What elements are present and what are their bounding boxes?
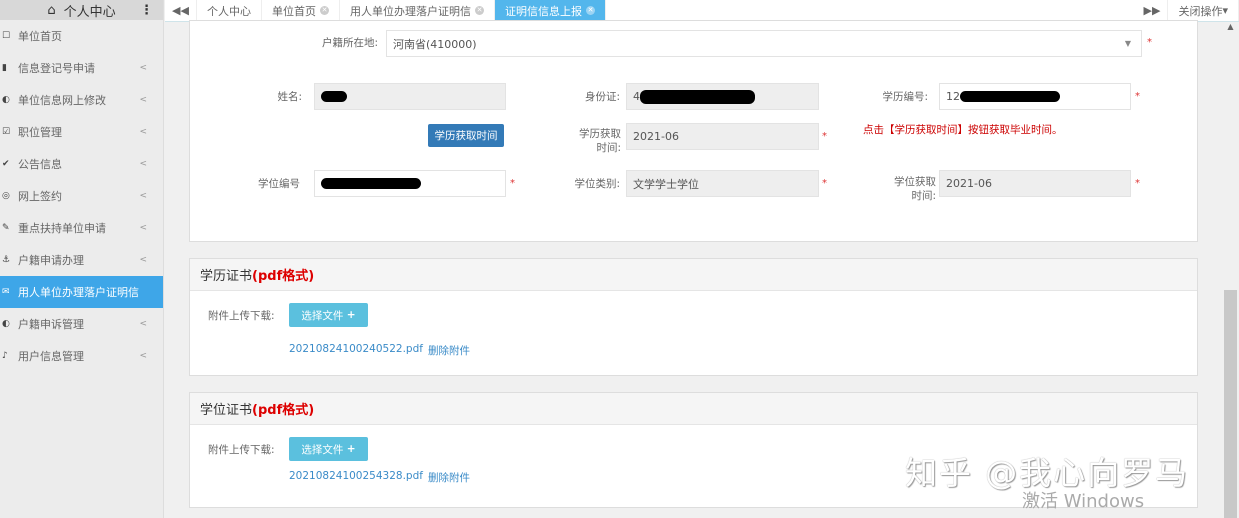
main-content: 户籍所在地: 河南省(410000) ▼ * 姓名: 身份证: 4 学历编号: 1… <box>165 20 1222 518</box>
anchor-icon: ⚓ <box>2 255 11 265</box>
file-link[interactable]: 20210824100254328.pdf <box>289 470 423 482</box>
tab-settlement-letter[interactable]: 用人单位办理落户证明信 ✕ <box>340 0 495 21</box>
sidebar-item[interactable]: ✔ 公告信息 < <box>0 148 163 180</box>
close-icon[interactable]: ✕ <box>320 6 329 15</box>
degree-number-field[interactable] <box>314 170 506 197</box>
scroll-right-icon[interactable]: ▶▶ <box>1136 0 1169 21</box>
sidebar-item[interactable]: ✉ 用人单位办理落户证明信 <box>0 276 163 308</box>
delete-attachment-link[interactable]: 删除附件 <box>428 470 470 485</box>
edu-number-field[interactable]: 12 <box>939 83 1131 110</box>
copy-icon: ▮ <box>2 63 7 73</box>
chevron-left-icon: < <box>139 223 147 233</box>
close-icon[interactable]: ✕ <box>586 6 595 15</box>
tab-bar: ◀◀ 个人中心 单位首页 ✕ 用人单位办理落户证明信 ✕ 证明信信息上报 ✕ ▶▶ 关… <box>165 0 1239 22</box>
adjust-icon: ◐ <box>2 95 10 105</box>
sidebar-item[interactable]: ✎ 重点扶持单位申请 < <box>0 212 163 244</box>
check-square-icon: ☑ <box>2 127 11 137</box>
close-icon[interactable]: ✕ <box>475 6 484 15</box>
chevron-left-icon: < <box>139 159 147 169</box>
degree-time-field[interactable]: 2021-06 <box>939 170 1131 197</box>
bell-icon: ♪ <box>2 351 8 361</box>
scrollbar-thumb[interactable] <box>1224 290 1237 518</box>
hint-text: 点击【学历获取时间】按钮获取毕业时间。 <box>863 124 1063 136</box>
name-field[interactable] <box>314 83 506 110</box>
chevron-left-icon: < <box>139 127 147 137</box>
check-icon: ✔ <box>2 159 10 169</box>
chevron-left-icon: < <box>139 255 147 265</box>
id-field[interactable]: 4 <box>626 83 819 110</box>
hukou-select[interactable]: 河南省(410000) ▼ <box>386 30 1142 57</box>
file-link[interactable]: 20210824100240522.pdf <box>289 343 423 355</box>
chevron-left-icon: < <box>139 319 147 329</box>
edu-cert-panel: 学历证书 (pdf格式) 附件上传下载: 选择文件 + 2021082410024… <box>189 258 1198 376</box>
more-icon[interactable]: ⋮ <box>140 3 153 18</box>
square-icon: ☐ <box>2 31 11 41</box>
get-edu-time-button[interactable]: 学历获取时间 <box>428 124 504 147</box>
edu-time-field[interactable]: 2021-06 <box>626 123 819 150</box>
sidebar-item[interactable]: ▮ 信息登记号申请 < <box>0 52 163 84</box>
scrollbar[interactable]: ▲ <box>1222 22 1239 518</box>
sidebar-item[interactable]: ◎ 网上签约 < <box>0 180 163 212</box>
chevron-left-icon: < <box>139 95 147 105</box>
choose-file-button[interactable]: 选择文件 + <box>289 437 368 461</box>
sidebar-item[interactable]: ⚓ 户籍申请办理 < <box>0 244 163 276</box>
choose-file-button[interactable]: 选择文件 + <box>289 303 368 327</box>
form-panel: 户籍所在地: 河南省(410000) ▼ * 姓名: 身份证: 4 学历编号: 1… <box>189 20 1198 242</box>
sidebar-item[interactable]: ♪ 用户信息管理 < <box>0 340 163 372</box>
activate-windows-text: 激活 Windows <box>1022 491 1145 512</box>
tab-letter-upload[interactable]: 证明信信息上报 ✕ <box>495 0 606 21</box>
chevron-left-icon: < <box>139 63 147 73</box>
degree-type-field[interactable]: 文学学士学位 <box>626 170 819 197</box>
adjust-icon: ◐ <box>2 319 10 329</box>
sidebar-item[interactable]: ☑ 职位管理 < <box>0 116 163 148</box>
sidebar-item[interactable]: ◐ 单位信息网上修改 < <box>0 84 163 116</box>
pencil-icon: ✎ <box>2 223 10 233</box>
tab-unit-home[interactable]: 单位首页 ✕ <box>262 0 340 21</box>
tab-personal-center[interactable]: 个人中心 <box>197 0 262 21</box>
scroll-left-icon[interactable]: ◀◀ <box>165 0 197 21</box>
sidebar-item[interactable]: ☐ 单位首页 <box>0 20 163 52</box>
delete-attachment-link[interactable]: 删除附件 <box>428 343 470 358</box>
envelope-icon: ✉ <box>2 287 10 297</box>
close-operations-button[interactable]: 关闭操作 ▾ <box>1168 0 1239 21</box>
sidebar-header: ⌂ 个人中心 ⋮ <box>0 0 163 20</box>
eye-slash-icon: ◎ <box>2 191 10 201</box>
sidebar-item[interactable]: ◐ 户籍申诉管理 < <box>0 308 163 340</box>
sidebar: ⌂ 个人中心 ⋮ ☐ 单位首页 ▮ 信息登记号申请 < ◐ 单位信息网上修改 < ☑ 职位管理 < ✔ 公告… <box>0 0 164 518</box>
chevron-left-icon: < <box>139 351 147 361</box>
chevron-left-icon: < <box>139 191 147 201</box>
home-icon: ⌂ <box>47 2 56 18</box>
